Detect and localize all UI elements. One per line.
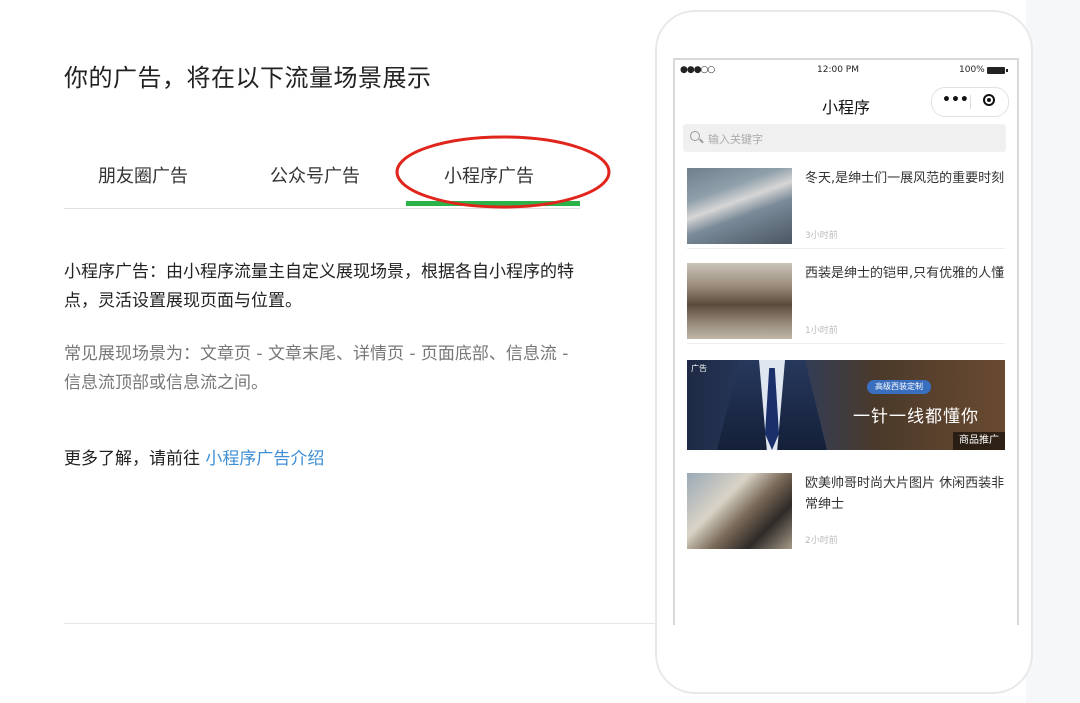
tab-moments-ads[interactable]: 朋友圈广告 — [98, 162, 188, 188]
phone-screen: ●●●○○ 12:00 PM 100% 小程序 ••• 输入关键字 冬天,是绅士… — [673, 58, 1019, 625]
tab-mini-program-ads[interactable]: 小程序广告 — [444, 162, 534, 188]
article-time: 3小时前 — [805, 231, 838, 241]
battery-icon — [987, 67, 1008, 74]
search-icon — [690, 131, 700, 141]
more-info-line: 更多了解，请前往 小程序广告介绍 — [64, 444, 324, 469]
mini-program-ads-intro-link[interactable]: 小程序广告介绍 — [205, 449, 324, 469]
right-gray-strip — [1026, 0, 1080, 703]
article-time: 2小时前 — [805, 536, 838, 546]
article-thumbnail — [687, 263, 792, 339]
battery-percent: 100% — [959, 65, 985, 75]
article-item[interactable]: 西装是绅士的铠甲,只有优雅的人懂 1小时前 — [687, 255, 1005, 344]
ad-corner-label: 商品推广 — [953, 432, 1005, 450]
description-main: 小程序广告：由小程序流量主自定义展现场景，根据各自小程序的特点，灵活设置展现页面… — [64, 262, 574, 311]
ad-label: 广告 — [691, 364, 707, 373]
status-time: 12:00 PM — [817, 65, 859, 75]
article-thumbnail — [687, 473, 792, 549]
more-dots-icon[interactable]: ••• — [942, 92, 969, 108]
close-target-icon[interactable] — [983, 94, 995, 106]
article-item[interactable]: 冬天,是绅士们一展风范的重要时刻 3小时前 — [687, 160, 1005, 249]
search-placeholder: 输入关键字 — [708, 133, 763, 146]
ad-tagline: 一针一线都懂你 — [853, 407, 979, 427]
description-scenes: 常见展现场景为：文章页 - 文章末尾、详情页 - 页面底部、信息流 - 信息流顶… — [64, 344, 569, 393]
capsule-separator — [970, 95, 971, 109]
article-title: 西装是绅士的铠甲,只有优雅的人懂 — [805, 266, 1005, 281]
article-time: 1小时前 — [805, 326, 838, 336]
signal-icon: ●●●○○ — [680, 65, 715, 75]
tab-official-account-ads[interactable]: 公众号广告 — [270, 162, 360, 188]
status-bar: ●●●○○ 12:00 PM 100% — [675, 60, 1017, 82]
article-title: 冬天,是绅士们一展风范的重要时刻 — [805, 171, 1005, 186]
page-title: 你的广告，将在以下流量场景展示 — [64, 64, 432, 92]
ad-type-tabs: 朋友圈广告 公众号广告 小程序广告 — [64, 140, 580, 209]
more-info-prefix: 更多了解，请前往 — [64, 449, 206, 469]
active-tab-underline — [406, 201, 580, 206]
article-thumbnail — [687, 168, 792, 244]
ad-pill-badge: 高级西装定制 — [867, 380, 931, 394]
article-title: 欧美帅哥时尚大片图片 休闲西装非常绅士 — [805, 476, 1005, 512]
capsule-menu: ••• — [931, 87, 1009, 117]
article-item[interactable]: 欧美帅哥时尚大片图片 休闲西装非常绅士 2小时前 — [687, 465, 1005, 553]
search-input[interactable]: 输入关键字 — [683, 124, 1006, 152]
ad-banner[interactable]: 广告 高级西装定制 一针一线都懂你 商品推广 — [687, 360, 1005, 450]
